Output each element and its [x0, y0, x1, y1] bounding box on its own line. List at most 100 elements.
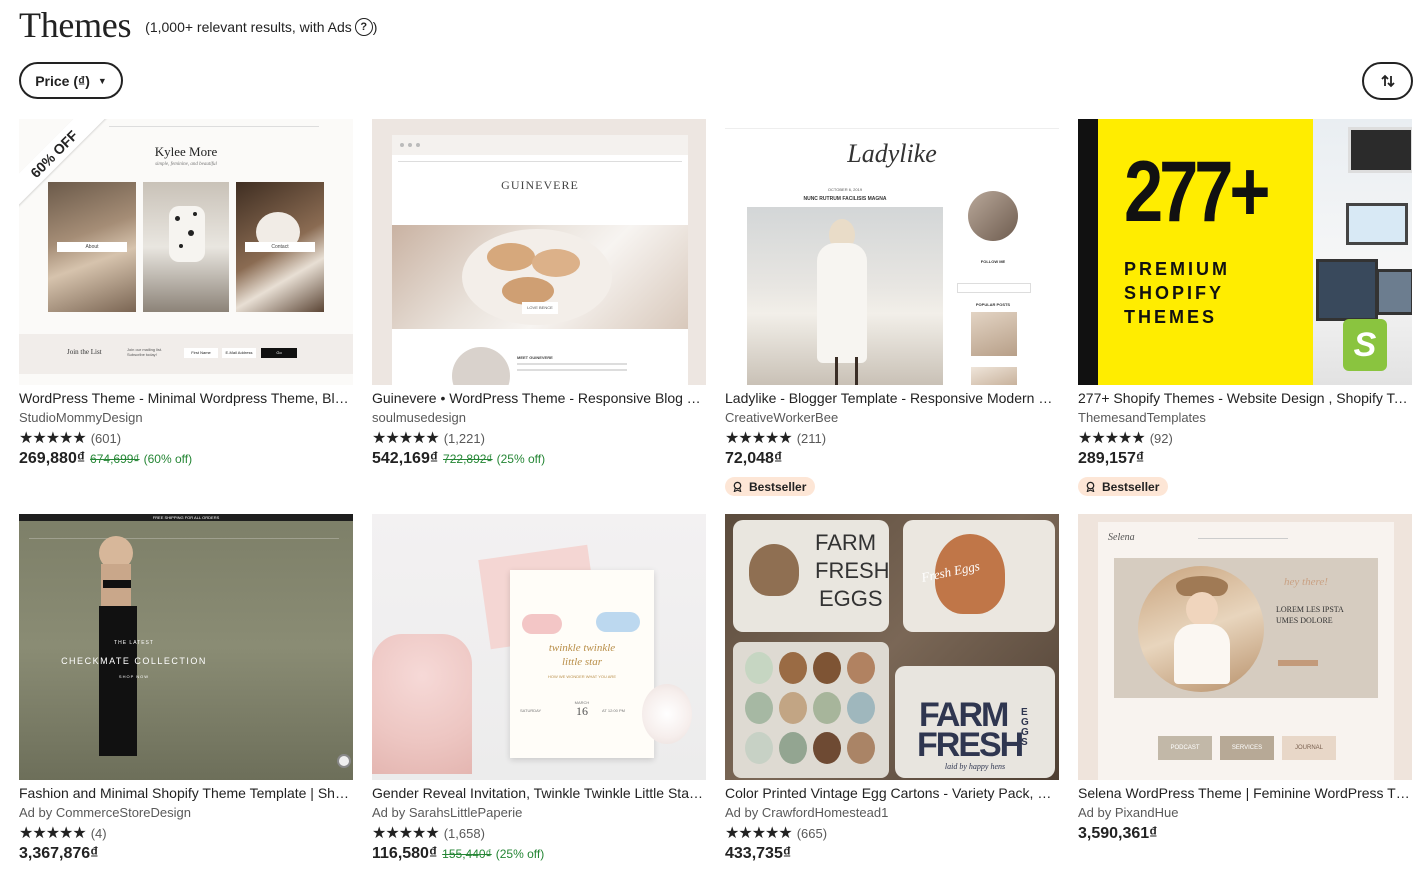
help-icon[interactable]: ?	[354, 18, 373, 36]
price-row: 289,157₫	[1078, 450, 1412, 472]
thumb-btn: PODCAST	[1158, 736, 1212, 760]
shop-name[interactable]: Ad by SarahsLittlePaperie	[372, 804, 706, 822]
original-price: 722,892₫	[443, 452, 493, 466]
rating: ★★★★★ (211)	[725, 428, 1059, 448]
shop-name[interactable]: Ad by PixandHue	[1078, 804, 1412, 822]
sort-button[interactable]	[1362, 62, 1413, 100]
thumb-logo: Ladylike	[847, 139, 937, 168]
original-price: 155,440₫	[442, 847, 492, 861]
thumb-field: E-Mail Address	[222, 348, 256, 358]
results-count-text: (1,000+ relevant results, with Ads	[145, 19, 352, 35]
results-count-close: )	[372, 19, 378, 35]
listing-card[interactable]: 277+ PREMIUM SHOPIFY THEMES S 277+ Shopi…	[1078, 119, 1412, 497]
listing-title[interactable]: Selena WordPress Theme | Feminine WordPr…	[1078, 784, 1412, 803]
badge-label: Bestseller	[749, 479, 807, 494]
thumb-popular: POPULAR POSTS	[975, 302, 1011, 307]
review-count: (4)	[90, 825, 107, 841]
listing-title[interactable]: WordPress Theme - Minimal Wordpress Them…	[19, 389, 353, 408]
price-filter-button[interactable]: Price (₫) ▼	[19, 62, 123, 99]
thumb-btn-about: About	[57, 242, 127, 252]
shop-name[interactable]: Ad by CrawfordHomestead1	[725, 804, 1059, 822]
listing-card[interactable]: GUINEVERE LOVE BENCE MEET GUINEVERE Guin…	[372, 119, 706, 472]
thumb-fresh: FRESH	[815, 558, 890, 583]
thumb-photo-woman	[747, 207, 943, 385]
thumb-day: 16	[576, 704, 588, 718]
thumb-script: little star	[561, 656, 603, 668]
bestseller-badge: Bestseller	[725, 477, 816, 496]
listing-thumbnail[interactable]: GUINEVERE LOVE BENCE MEET GUINEVERE	[372, 119, 706, 385]
review-count: (1,658)	[443, 825, 485, 841]
shop-name[interactable]: StudioMommyDesign	[19, 409, 353, 427]
thumb-logo: Selena	[1108, 532, 1135, 543]
rating: ★★★★★ (665)	[725, 823, 1059, 843]
star-rating-icon: ★★★★★	[725, 825, 793, 842]
thumb-wonder: HOW WE WONDER WHAT YOU ARE	[547, 674, 616, 679]
price-row: 116,580₫ 155,440₫ (25% off)	[372, 845, 706, 867]
thumb-topbar: FREE SHIPPING FOR ALL ORDERS	[152, 515, 220, 520]
thumb-eggs: EGGS	[819, 586, 883, 611]
listing-thumbnail[interactable]: Ladylike OCTOBER 6, 2019 NUNC RUTRUM FAC…	[725, 119, 1059, 385]
thumb-shop-now: SHOP NOW	[118, 674, 150, 679]
thumb-fresh: FRESH	[917, 726, 1024, 764]
discount-percent: (60% off)	[143, 452, 193, 466]
price-filter-label: Price (₫)	[35, 72, 90, 89]
thumb-join: Join the List	[67, 348, 102, 356]
shop-name[interactable]: CreativeWorkerBee	[725, 409, 1059, 427]
thumb-signup: Join our mailing list. Subscribe today!	[127, 347, 163, 357]
award-icon	[1086, 481, 1095, 492]
listing-title[interactable]: Color Printed Vintage Egg Cartons - Vari…	[725, 784, 1059, 803]
thumb-line: SHOPIFY	[1124, 283, 1225, 303]
thumb-go: Go	[261, 348, 297, 358]
rating: ★★★★★ (1,658)	[372, 823, 706, 843]
review-count: (601)	[90, 430, 122, 446]
sale-price: 542,169₫	[372, 450, 439, 467]
listing-card[interactable]: twinkle twinkle little star HOW WE WONDE…	[372, 514, 706, 867]
listing-title[interactable]: Ladylike - Blogger Template - Responsive…	[725, 389, 1059, 408]
listing-thumbnail[interactable]: FARM FRESH EGGS Fresh Eggs FARM FRESH EG…	[725, 514, 1059, 780]
award-icon	[733, 481, 742, 492]
thumb-date: OCTOBER 6, 2019	[827, 187, 863, 192]
listing-card[interactable]: Selena hey there! LOREM LES IPSTA UMES D…	[1078, 514, 1412, 847]
listing-title[interactable]: Gender Reveal Invitation, Twinkle Twinkl…	[372, 784, 706, 803]
listing-card[interactable]: Ladylike OCTOBER 6, 2019 NUNC RUTRUM FAC…	[725, 119, 1059, 497]
listing-thumbnail[interactable]: FREE SHIPPING FOR ALL ORDERS THE LATEST …	[19, 514, 353, 780]
listing-title[interactable]: Fashion and Minimal Shopify Theme Templa…	[19, 784, 353, 803]
thumb-latest: THE LATEST	[114, 640, 154, 646]
review-count: (1,221)	[443, 430, 485, 446]
shop-name[interactable]: Ad by CommerceStoreDesign	[19, 804, 353, 822]
thumb-heading: GUINEVERE	[501, 178, 579, 192]
review-count: (211)	[796, 430, 827, 446]
sale-price: 3,367,876₫	[19, 845, 99, 862]
shop-name[interactable]: soulmusedesign	[372, 409, 706, 427]
rating: ★★★★★ (1,221)	[372, 428, 706, 448]
thumb-hello: hey there!	[1284, 576, 1328, 588]
listing-card[interactable]: FREE SHIPPING FOR ALL ORDERS THE LATEST …	[19, 514, 353, 867]
thumb-eggs: EGGS	[1021, 707, 1029, 748]
thumb-btn: JOURNAL	[1282, 736, 1336, 760]
price-row: 3,367,876₫	[19, 845, 353, 867]
listing-thumbnail[interactable]: 277+ PREMIUM SHOPIFY THEMES S	[1078, 119, 1412, 385]
listing-title[interactable]: Guinevere • WordPress Theme - Responsive…	[372, 389, 706, 408]
thumb-field: First Name	[184, 348, 218, 358]
sale-price: 116,580₫	[372, 845, 438, 862]
price-row: 433,735₫	[725, 845, 1059, 867]
thumb-post: NUNC RUTRUM FACILISIS MAGNA	[803, 196, 887, 202]
listing-thumbnail[interactable]: Kylee More simple, feminine, and beautif…	[19, 119, 353, 385]
listing-card[interactable]: FARM FRESH EGGS Fresh Eggs FARM FRESH EG…	[725, 514, 1059, 867]
thumb-btn-contact: Contact	[245, 242, 315, 252]
price-row: 3,590,361₫	[1078, 825, 1412, 847]
thumb-follow: FOLLOW ME	[980, 259, 1006, 264]
sale-price: 433,735₫	[725, 845, 792, 862]
thumb-tagline: simple, feminine, and beautiful	[155, 162, 217, 167]
shop-name[interactable]: ThemesandTemplates	[1078, 409, 1412, 427]
thumb-line: PREMIUM	[1124, 259, 1230, 279]
thumb-photo-dog	[143, 182, 229, 312]
star-rating-icon: ★★★★★	[19, 430, 87, 447]
star-rating-icon: ★★★★★	[372, 825, 440, 842]
price-row: 269,880₫ 674,699₫ (60% off)	[19, 450, 353, 472]
listing-card[interactable]: Kylee More simple, feminine, and beautif…	[19, 119, 353, 472]
star-rating-icon: ★★★★★	[19, 825, 87, 842]
listing-thumbnail[interactable]: twinkle twinkle little star HOW WE WONDE…	[372, 514, 706, 780]
listing-title[interactable]: 277+ Shopify Themes - Website Design , S…	[1078, 389, 1412, 408]
listing-thumbnail[interactable]: Selena hey there! LOREM LES IPSTA UMES D…	[1078, 514, 1412, 780]
